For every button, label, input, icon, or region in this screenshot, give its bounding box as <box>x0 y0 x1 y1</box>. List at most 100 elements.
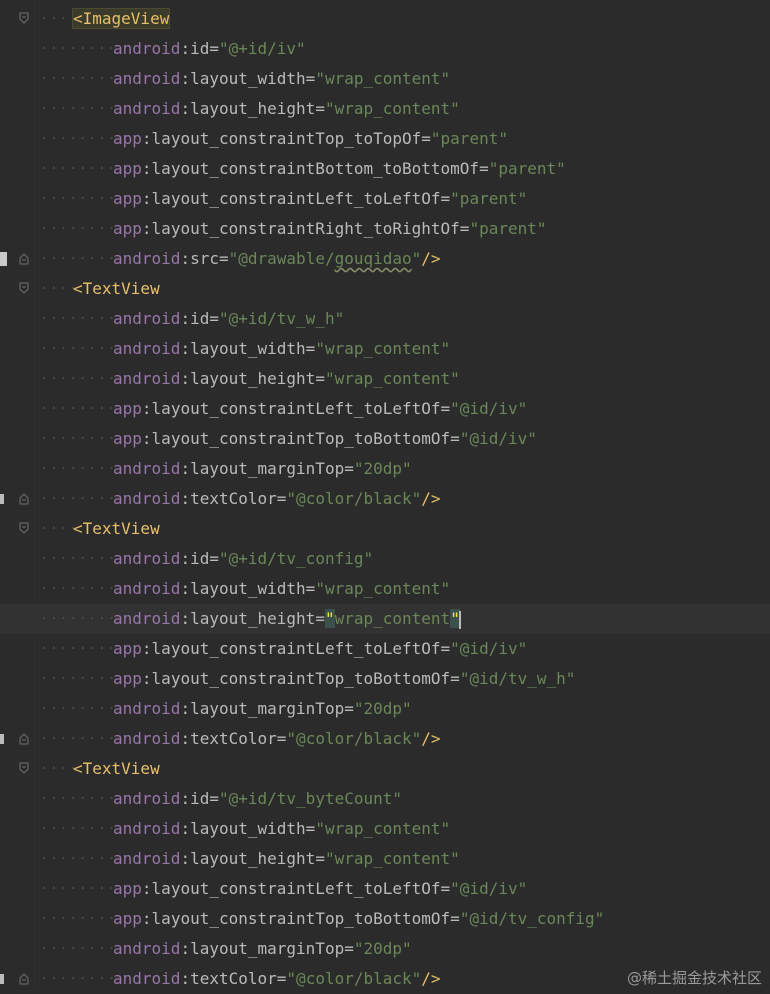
token-ns: android <box>113 579 181 598</box>
gutter <box>0 724 34 754</box>
code-line[interactable]: ········ android:layout_width="wrap_conte… <box>0 574 770 604</box>
code-text: app:layout_constraintBottom_toBottomOf="… <box>113 154 566 184</box>
image-preview-icon[interactable] <box>0 252 7 266</box>
code-line[interactable]: ········ app:layout_constraintLeft_toLeft… <box>0 874 770 904</box>
code-line[interactable]: ········ app:layout_constraintLeft_toLeft… <box>0 634 770 664</box>
token-eq: = <box>276 969 287 988</box>
code-text: android:layout_marginTop="20dp" <box>113 454 412 484</box>
token-attr: id <box>190 309 210 328</box>
token-val: "wrap_content" <box>324 99 460 118</box>
code-line[interactable]: ········ android:layout_marginTop="20dp" <box>0 454 770 484</box>
fold-open-icon[interactable] <box>19 282 29 295</box>
gutter <box>0 694 34 724</box>
token-val: wrap_content <box>334 609 451 628</box>
token-ns: android <box>113 699 181 718</box>
gutter <box>0 454 34 484</box>
token-attr: layout_marginTop <box>190 459 345 478</box>
code-editor[interactable]: ···· <ImageView ········ android:id="@+id/i… <box>0 4 770 994</box>
token-val: "@id/tv_config" <box>459 909 605 928</box>
code-text: android:textColor="@color/black"/> <box>113 484 441 514</box>
token-qm: " <box>324 609 335 628</box>
color-preview-icon[interactable] <box>0 734 4 744</box>
indent-whitespace-dots: ········ <box>40 941 118 957</box>
code-line[interactable]: ········ android:layout_width="wrap_conte… <box>0 334 770 364</box>
code-line[interactable]: ········ android:textColor="@color/black"… <box>0 484 770 514</box>
gutter <box>0 64 34 94</box>
code-line[interactable]: ········ app:layout_constraintTop_toBotto… <box>0 424 770 454</box>
token-eq: = <box>305 579 316 598</box>
token-attr: layout_width <box>190 579 306 598</box>
token-ns: app <box>113 639 142 658</box>
code-text: android:layout_marginTop="20dp" <box>113 934 412 964</box>
code-line[interactable]: ········ android:id="@+id/iv" <box>0 34 770 64</box>
token-colon: : <box>180 39 191 58</box>
code-line[interactable]: ···· <ImageView <box>0 4 770 34</box>
token-val: "20dp" <box>353 939 412 958</box>
indent-whitespace-dots: ········ <box>40 251 118 267</box>
code-line[interactable]: ········ android:layout_marginTop="20dp" <box>0 694 770 724</box>
token-attr: layout_height <box>190 369 316 388</box>
token-colon: : <box>180 489 191 508</box>
code-line[interactable]: ········ android:layout_height="wrap_cont… <box>0 364 770 394</box>
token-ns: app <box>113 399 142 418</box>
code-line[interactable]: ········ android:id="@+id/tv_w_h" <box>0 304 770 334</box>
fold-close-icon[interactable] <box>19 972 29 985</box>
code-line[interactable]: ········ android:id="@+id/tv_byteCount" <box>0 784 770 814</box>
code-text: android:src="@drawable/gouqidao"/> <box>113 244 441 274</box>
token-ns: android <box>113 249 181 268</box>
token-tag: <TextView <box>73 279 160 298</box>
token-attr: layout_constraintLeft_toLeftOf <box>151 639 441 658</box>
gutter <box>0 184 34 214</box>
gutter <box>0 124 34 154</box>
color-preview-icon[interactable] <box>0 494 4 504</box>
code-line[interactable]: ········ app:layout_constraintTop_toTopOf… <box>0 124 770 154</box>
code-text: android:id="@+id/tv_w_h" <box>113 304 344 334</box>
token-ns: android <box>113 789 181 808</box>
fold-close-icon[interactable] <box>19 252 29 265</box>
code-line[interactable]: ···· <TextView <box>0 754 770 784</box>
code-line[interactable]: ········ android:textColor="@color/black"… <box>0 724 770 754</box>
token-ns: android <box>113 69 181 88</box>
code-line[interactable]: ········ android:layout_height="wrap_cont… <box>0 604 770 634</box>
fold-open-icon[interactable] <box>19 12 29 25</box>
color-preview-icon[interactable] <box>0 974 4 984</box>
gutter <box>0 484 34 514</box>
code-line[interactable]: ···· <TextView <box>0 274 770 304</box>
code-line[interactable]: ········ android:layout_marginTop="20dp" <box>0 934 770 964</box>
fold-close-icon[interactable] <box>19 492 29 505</box>
fold-open-icon[interactable] <box>19 762 29 775</box>
token-attr: textColor <box>190 969 277 988</box>
fold-close-icon[interactable] <box>19 732 29 745</box>
token-ns: android <box>113 819 181 838</box>
code-line[interactable]: ········ android:layout_height="wrap_cont… <box>0 844 770 874</box>
indent-whitespace-dots: ········ <box>40 851 118 867</box>
token-val: "@id/iv" <box>450 879 528 898</box>
code-line[interactable]: ········ android:src="@drawable/gouqidao"… <box>0 244 770 274</box>
code-line[interactable]: ········ app:layout_constraintBottom_toBo… <box>0 154 770 184</box>
code-text: app:layout_constraintRight_toRightOf="pa… <box>113 214 547 244</box>
token-ns: android <box>113 489 181 508</box>
code-line[interactable]: ········ android:id="@+id/tv_config" <box>0 544 770 574</box>
indent-whitespace-dots: ········ <box>40 101 118 117</box>
code-line[interactable]: ········ android:layout_width="wrap_conte… <box>0 814 770 844</box>
token-ns: app <box>113 159 142 178</box>
code-line[interactable]: ········ app:layout_constraintLeft_toLeft… <box>0 394 770 424</box>
code-line[interactable]: ········ app:layout_constraintTop_toBotto… <box>0 904 770 934</box>
fold-open-icon[interactable] <box>19 522 29 535</box>
token-colon: : <box>141 159 152 178</box>
code-line[interactable]: ········ app:layout_constraintLeft_toLeft… <box>0 184 770 214</box>
code-line[interactable]: ········ android:layout_height="wrap_cont… <box>0 94 770 124</box>
token-ns: app <box>113 129 142 148</box>
token-eq: = <box>209 39 219 58</box>
code-line[interactable]: ···· <TextView <box>0 514 770 544</box>
code-text: app:layout_constraintLeft_toLeftOf="pare… <box>113 184 527 214</box>
token-colon: : <box>180 99 191 118</box>
token-eq: = <box>315 609 325 628</box>
code-line[interactable]: ········ android:layout_width="wrap_conte… <box>0 64 770 94</box>
code-line[interactable]: ········ app:layout_constraintTop_toBotto… <box>0 664 770 694</box>
token-attr: layout_constraintRight_toRightOf <box>151 219 460 238</box>
code-line[interactable]: ········ app:layout_constraintRight_toRig… <box>0 214 770 244</box>
text-caret <box>458 610 461 629</box>
token-eq: = <box>209 549 219 568</box>
token-colon: : <box>141 429 152 448</box>
